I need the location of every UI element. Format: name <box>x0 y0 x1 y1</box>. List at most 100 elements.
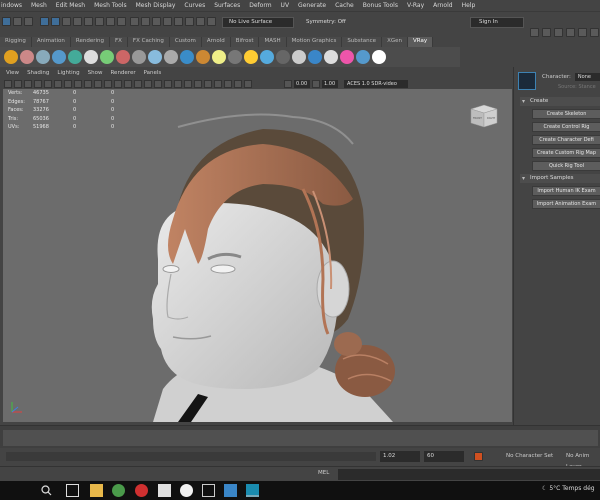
menu-edit-mesh[interactable]: Edit Mesh <box>56 2 85 9</box>
vray-plane-icon[interactable] <box>228 50 242 64</box>
create-character-definition-button[interactable]: Create Character Defi <box>532 135 600 145</box>
file-explorer-icon[interactable] <box>90 484 103 497</box>
history-icon[interactable] <box>196 17 205 26</box>
vray-material-icon[interactable] <box>116 50 130 64</box>
use-lights-icon[interactable] <box>154 80 162 88</box>
source-value[interactable]: Stance <box>578 84 595 90</box>
vray-file-icon[interactable] <box>292 50 306 64</box>
tab-rigging[interactable]: Rigging <box>0 37 32 47</box>
menu-generate[interactable]: Generate <box>298 2 326 9</box>
bookmark-icon[interactable] <box>24 80 32 88</box>
paint-select-icon[interactable] <box>24 17 33 26</box>
tab-motion-graphics[interactable]: Motion Graphics <box>286 37 343 47</box>
modeling-toolkit-icon[interactable] <box>530 28 539 37</box>
menu-surfaces[interactable]: Surfaces <box>214 2 240 9</box>
snap-pivot-icon[interactable] <box>185 17 194 26</box>
anti-aliasing-icon[interactable] <box>194 80 202 88</box>
unreal-icon[interactable] <box>180 484 193 497</box>
menu-vray[interactable]: V-Ray <box>407 2 424 9</box>
cube-app-icon[interactable] <box>202 484 215 497</box>
menu-arnold[interactable]: Arnold <box>433 2 452 9</box>
create-skeleton-button[interactable]: Create Skeleton <box>532 109 600 119</box>
character-dropdown[interactable]: None <box>574 73 600 81</box>
motion-blur-icon[interactable] <box>184 80 192 88</box>
tab-arnold[interactable]: Arnold <box>201 37 231 47</box>
vray-proxy-icon[interactable] <box>148 50 162 64</box>
tab-bifrost[interactable]: Bifrost <box>230 37 260 47</box>
menu-uv[interactable]: UV <box>281 2 290 9</box>
vray-dome-icon[interactable] <box>36 50 50 64</box>
snap-point-icon[interactable] <box>152 17 161 26</box>
command-input[interactable] <box>338 469 600 480</box>
sign-in-dropdown[interactable]: Sign In <box>470 17 524 28</box>
gamma-icon[interactable] <box>312 80 320 88</box>
resolution-gate-icon[interactable] <box>64 80 72 88</box>
textured-icon[interactable] <box>144 80 152 88</box>
task-view-icon[interactable] <box>66 484 79 497</box>
vray-cosmos-icon[interactable] <box>308 50 322 64</box>
camera-select-icon[interactable] <box>4 80 12 88</box>
weather-widget[interactable]: ☾ 5°C Temps dég <box>542 485 595 492</box>
panel-menu-renderer[interactable]: Renderer <box>110 70 135 79</box>
snap-view-icon[interactable] <box>163 17 172 26</box>
default-material-icon[interactable] <box>124 80 132 88</box>
import-humanik-example-button[interactable]: Import Human IK Exam <box>532 186 600 196</box>
tab-animation[interactable]: Animation <box>31 37 71 47</box>
film-gate-icon[interactable] <box>54 80 62 88</box>
vray-vfb-icon[interactable] <box>180 50 194 64</box>
create-control-rig-button[interactable]: Create Control Rig <box>532 122 600 132</box>
character-set-dropdown[interactable]: No Character Set <box>506 451 553 462</box>
safe-action-icon[interactable] <box>94 80 102 88</box>
vray-clipper-icon[interactable] <box>260 50 274 64</box>
channel-box-icon[interactable] <box>566 28 575 37</box>
wireframe-icon[interactable] <box>104 80 112 88</box>
vray-settings-icon[interactable] <box>324 50 338 64</box>
panel-menu-panels[interactable]: Panels <box>144 70 162 79</box>
range-slider[interactable] <box>6 452 376 461</box>
menu-help[interactable]: Help <box>462 2 476 9</box>
xray-icon[interactable] <box>224 80 232 88</box>
tab-mash[interactable]: MASH <box>259 37 287 47</box>
panel-menu-show[interactable]: Show <box>88 70 103 79</box>
mask-icon-2[interactable] <box>84 17 93 26</box>
menu-mesh[interactable]: Mesh <box>31 2 47 9</box>
snap-surface-icon[interactable] <box>174 17 183 26</box>
attribute-editor-icon[interactable] <box>542 28 551 37</box>
tab-vray[interactable]: VRay <box>407 37 434 47</box>
vray-denoiser-icon[interactable] <box>340 50 354 64</box>
vray-ipr-icon[interactable] <box>212 50 226 64</box>
xray-joints-icon[interactable] <box>234 80 242 88</box>
select-tool-icon[interactable] <box>2 17 11 26</box>
smooth-shade-icon[interactable] <box>114 80 122 88</box>
vray-rect-light-icon[interactable] <box>52 50 66 64</box>
tab-custom[interactable]: Custom <box>169 37 202 47</box>
backface-icon[interactable] <box>244 80 252 88</box>
mask-icon-1[interactable] <box>73 17 82 26</box>
menu-mesh-display[interactable]: Mesh Display <box>136 2 176 9</box>
opera-icon[interactable] <box>135 484 148 497</box>
menu-curves[interactable]: Curves <box>184 2 205 9</box>
snap-curve-icon[interactable] <box>141 17 150 26</box>
mask-icon-4[interactable] <box>106 17 115 26</box>
vray-infinite-plane-icon[interactable] <box>276 50 290 64</box>
live-surface-field[interactable]: No Live Surface <box>222 17 294 28</box>
create-section-header[interactable]: Create <box>520 97 600 106</box>
mel-label[interactable]: MEL <box>318 470 329 476</box>
tab-fx[interactable]: FX <box>109 37 128 47</box>
exposure-icon[interactable] <box>284 80 292 88</box>
time-slider-track[interactable] <box>3 430 598 446</box>
range-end-field[interactable]: 60 <box>424 451 464 462</box>
image-plane-icon[interactable] <box>34 80 42 88</box>
tab-rendering[interactable]: Rendering <box>70 37 110 47</box>
auto-key-icon[interactable] <box>474 452 483 461</box>
menu-cache[interactable]: Cache <box>335 2 354 9</box>
import-samples-header[interactable]: Import Samples <box>520 174 600 183</box>
gate-mask-icon[interactable] <box>74 80 82 88</box>
menu-bonus-tools[interactable]: Bonus Tools <box>363 2 398 9</box>
object-mode-icon[interactable] <box>51 17 60 26</box>
vray-sphere-light-icon[interactable] <box>68 50 82 64</box>
symmetry-dropdown[interactable]: Symmetry: Off <box>300 17 360 28</box>
panel-menu-lighting[interactable]: Lighting <box>57 70 79 79</box>
menu-mesh-tools[interactable]: Mesh Tools <box>94 2 126 9</box>
create-custom-rig-map-button[interactable]: Create Custom Rig Map <box>532 148 600 158</box>
